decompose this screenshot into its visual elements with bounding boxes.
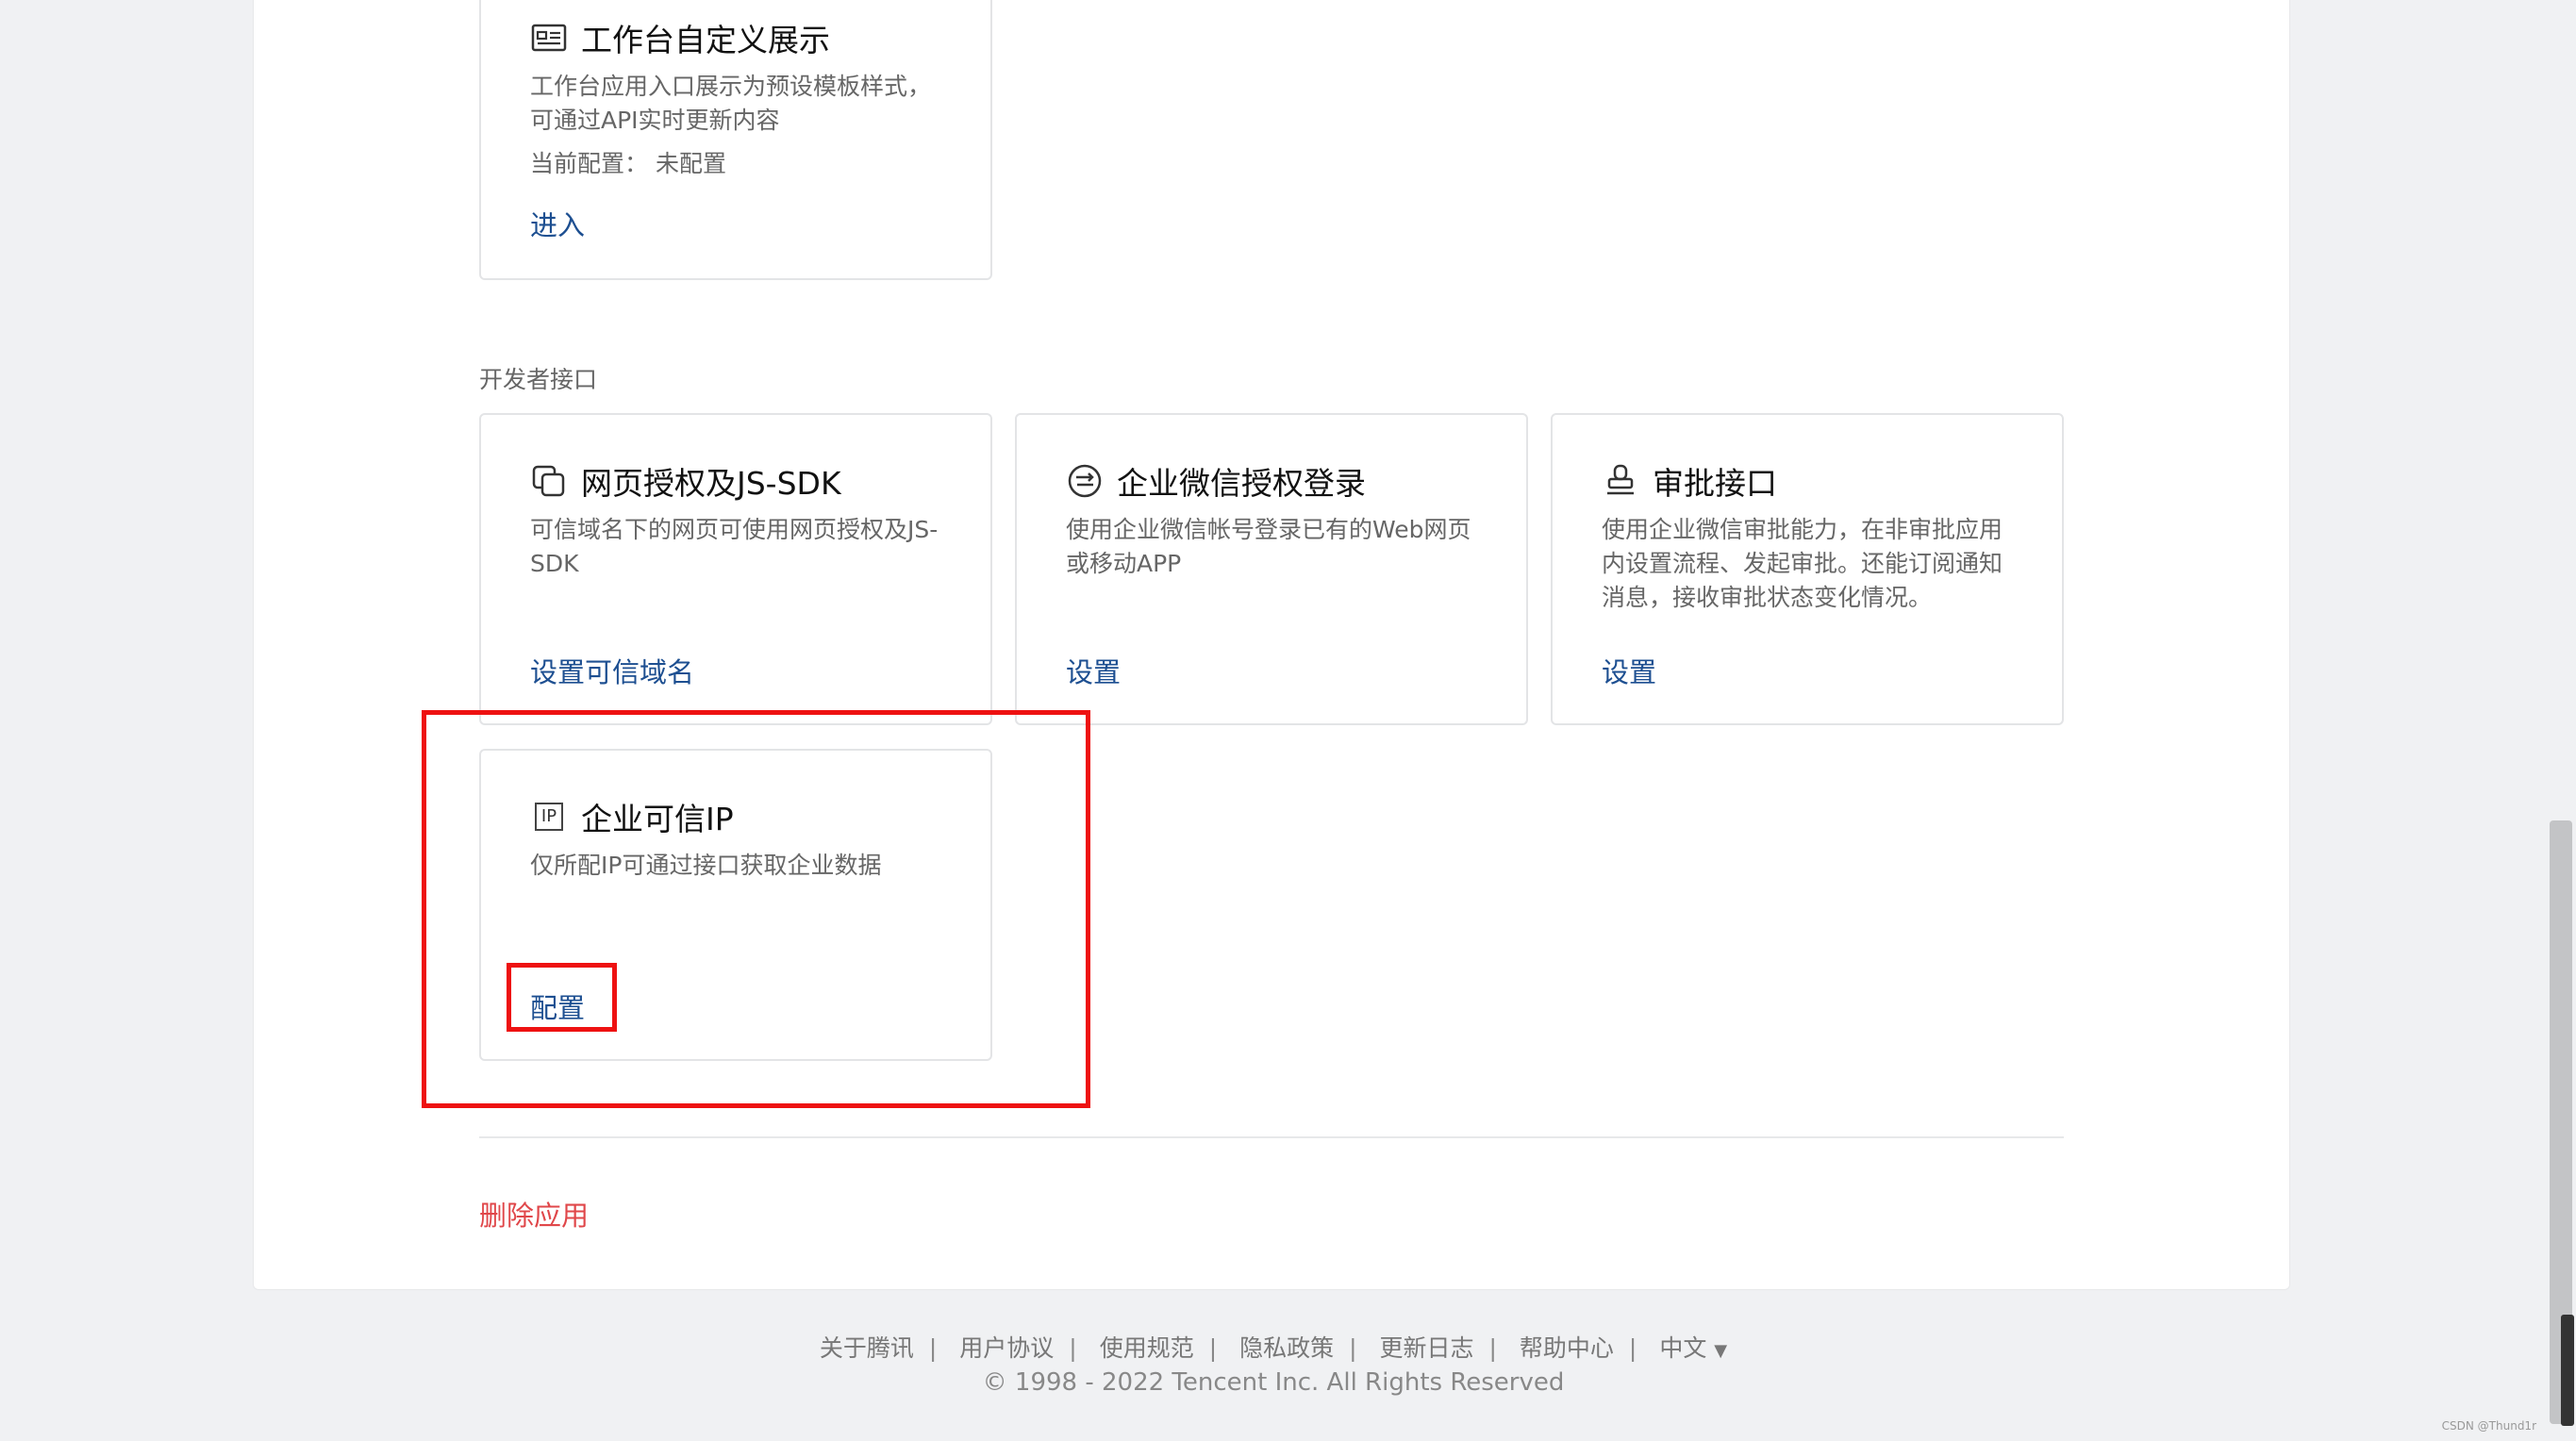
card-title: 企业可信IP <box>581 801 734 837</box>
footer-links: 关于腾讯 | 用户协议 | 使用规范 | 隐私政策 | 更新日志 | 帮助中心 | 中文 ▼ <box>0 1330 2547 1364</box>
footer-separator: | <box>1208 1334 1218 1362</box>
footer-link-user-agreement[interactable]: 用户协议 <box>959 1334 1054 1362</box>
ip-icon: IP <box>530 798 568 836</box>
section-title-developer-api: 开发者接口 <box>479 366 598 393</box>
footer-link-usage-rules[interactable]: 使用规范 <box>1100 1334 1194 1362</box>
card-header: 审批接口 <box>1602 458 1777 504</box>
card-title: 企业微信授权登录 <box>1117 465 1366 502</box>
current-config-value: 未配置 <box>655 150 726 177</box>
current-config: 当前配置： 未配置 <box>530 145 726 179</box>
card-description: 使用企业微信审批能力，在非审批应用内设置流程、发起审批。还能订阅通知消息，接收审… <box>1602 516 2003 611</box>
enter-link[interactable]: 进入 <box>530 204 585 243</box>
footer-link-privacy[interactable]: 隐私政策 <box>1239 1334 1334 1362</box>
set-trusted-domain-link[interactable]: 设置可信域名 <box>530 651 694 690</box>
footer-link-about[interactable]: 关于腾讯 <box>820 1334 914 1362</box>
configure-ip-link[interactable]: 配置 <box>530 986 585 1026</box>
card-description: 使用企业微信帐号登录已有的Web网页或移动APP <box>1066 516 1471 577</box>
workbench-display-card: 工作台自定义展示 工作台应用入口展示为预设模板样式，可通过API实时更新内容 当… <box>479 0 992 280</box>
divider <box>479 1136 2064 1138</box>
copyright: © 1998 - 2022 Tencent Inc. All Rights Re… <box>982 1368 1565 1397</box>
footer-separator: | <box>1349 1334 1357 1362</box>
footer-separator: | <box>1488 1334 1497 1362</box>
card-header: 工作台自定义展示 <box>530 15 830 60</box>
card-header: 网页授权及JS-SDK <box>530 458 841 504</box>
language-label: 中文 <box>1659 1334 1707 1362</box>
card-description: 可信域名下的网页可使用网页授权及JS-SDK <box>530 516 939 577</box>
footer-separator: | <box>928 1334 938 1362</box>
card-web-auth-jssdk: 网页授权及JS-SDK 可信域名下的网页可使用网页授权及JS-SDK 设置可信域… <box>479 413 992 725</box>
card-description: 仅所配IP可通过接口获取企业数据 <box>530 852 882 879</box>
web-auth-icon <box>530 462 568 500</box>
wework-login-settings-link[interactable]: 设置 <box>1066 651 1121 690</box>
footer-separator: | <box>1628 1334 1637 1362</box>
footer-separator: | <box>1069 1334 1077 1362</box>
card-title: 网页授权及JS-SDK <box>581 465 841 502</box>
chevron-down-icon: ▼ <box>1714 1341 1728 1361</box>
card-wework-login: 企业微信授权登录 使用企业微信帐号登录已有的Web网页或移动APP 设置 <box>1015 413 1528 725</box>
language-selector[interactable]: 中文 ▼ <box>1659 1334 1727 1362</box>
card-description: 工作台应用入口展示为预设模板样式，可通过API实时更新内容 <box>530 73 932 134</box>
delete-app-link[interactable]: 删除应用 <box>479 1194 589 1234</box>
footer-link-help-center[interactable]: 帮助中心 <box>1520 1334 1614 1362</box>
card-title: 审批接口 <box>1653 465 1777 502</box>
approval-settings-link[interactable]: 设置 <box>1602 651 1656 690</box>
footer-link-changelog[interactable]: 更新日志 <box>1380 1334 1474 1362</box>
card-header: IP 企业可信IP <box>530 794 734 839</box>
approval-stamp-icon <box>1602 462 1639 500</box>
ip-icon-label: IP <box>534 803 564 831</box>
side-meter-widget <box>2561 1315 2574 1426</box>
card-trusted-ip: IP 企业可信IP 仅所配IP可通过接口获取企业数据 配置 <box>479 749 992 1061</box>
card-approval-api: 审批接口 使用企业微信审批能力，在非审批应用内设置流程、发起审批。还能订阅通知消… <box>1551 413 2064 725</box>
wework-login-icon <box>1066 462 1104 500</box>
workbench-card-icon <box>530 19 568 57</box>
card-header: 企业微信授权登录 <box>1066 458 1366 504</box>
card-title: 工作台自定义展示 <box>581 22 830 58</box>
watermark: CSDN @Thund1r <box>2441 1419 2536 1433</box>
current-config-label: 当前配置： <box>530 150 649 177</box>
